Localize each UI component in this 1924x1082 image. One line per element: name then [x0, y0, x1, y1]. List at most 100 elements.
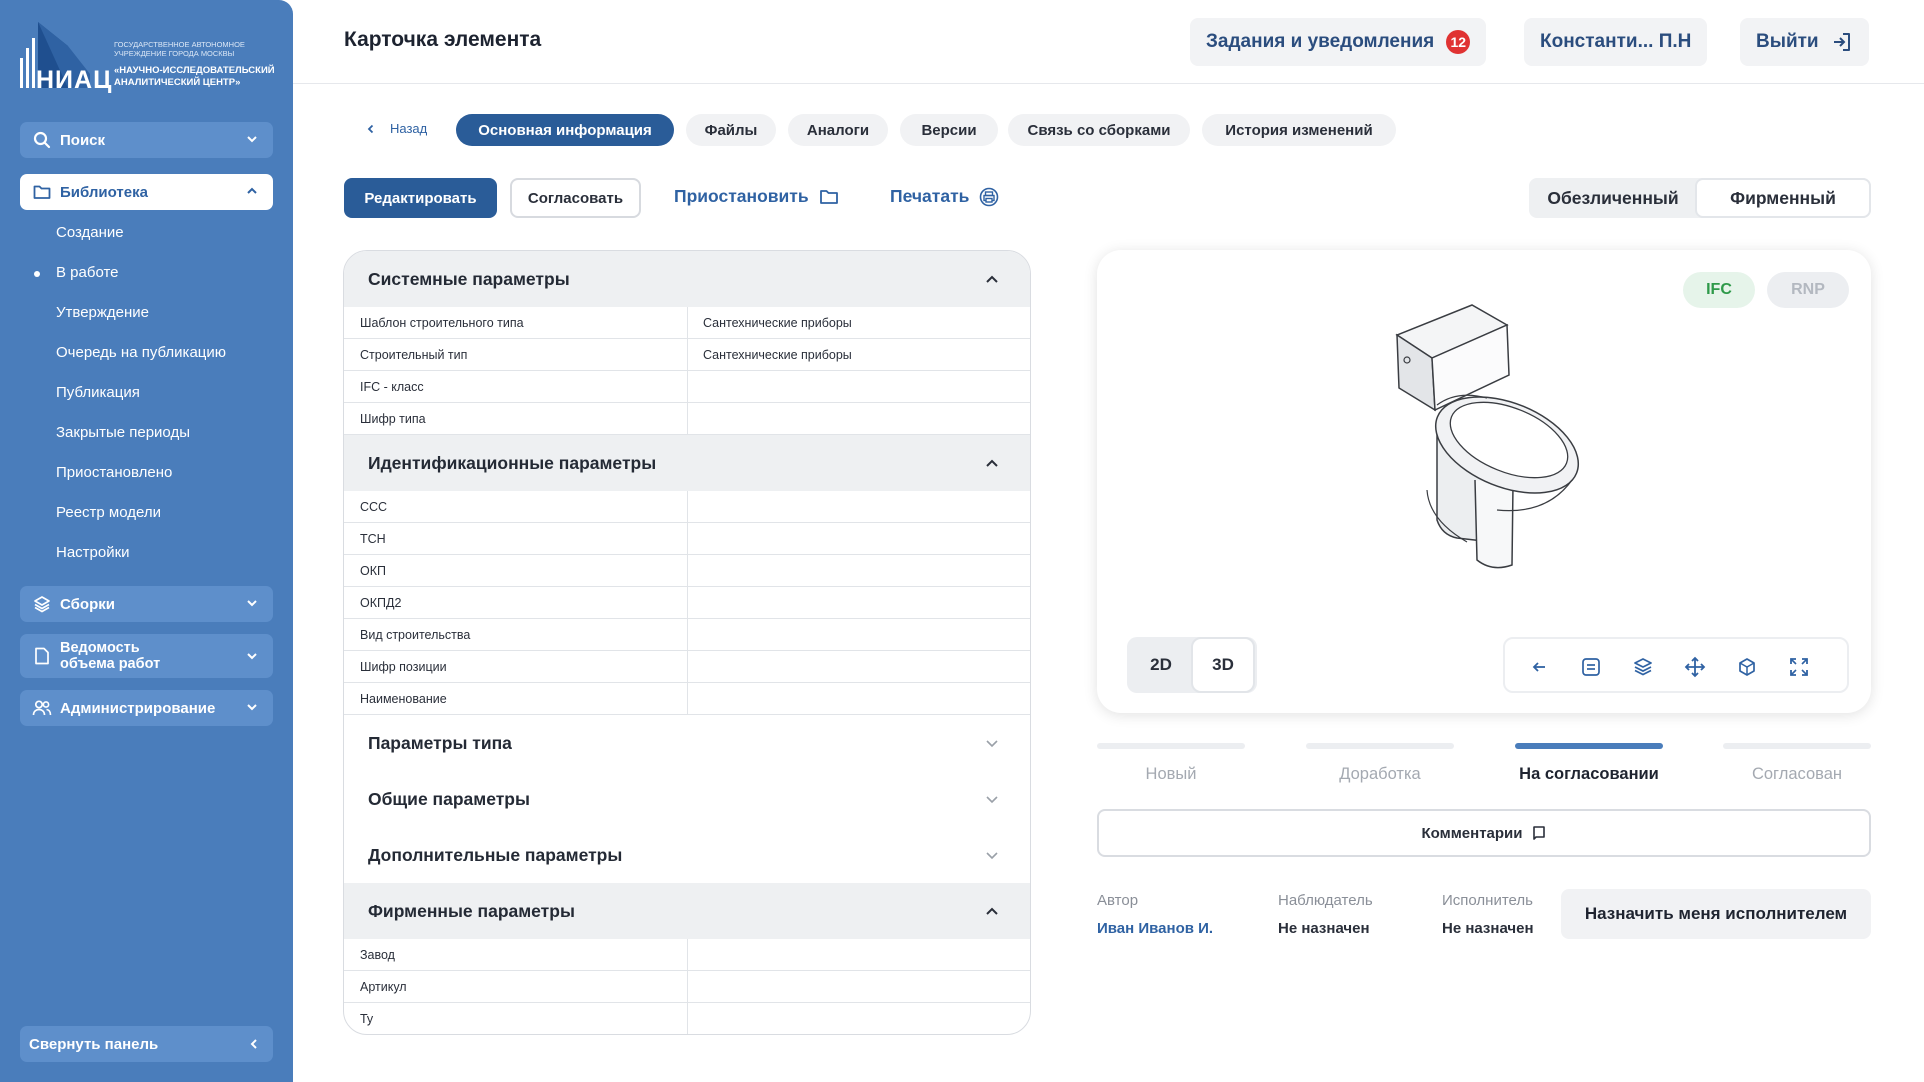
- suspend-button[interactable]: Приостановить: [674, 186, 839, 207]
- section-common-params[interactable]: Общие параметры: [344, 771, 1030, 827]
- observer-key: Наблюдатель: [1278, 892, 1373, 909]
- mode-3d-button[interactable]: 3D: [1191, 637, 1255, 693]
- section-title: Параметры типа: [368, 732, 512, 753]
- status-step-on-approval: На согласовании: [1519, 765, 1659, 783]
- sidebar-volume-sheet[interactable]: Ведомость объема работ: [20, 634, 273, 678]
- fullscreen-icon[interactable]: [1787, 655, 1811, 679]
- comments-label: Комментарии: [1421, 824, 1523, 842]
- section-ident-params[interactable]: Идентификационные параметры: [344, 435, 1030, 491]
- approve-button[interactable]: Согласовать: [510, 178, 641, 218]
- sidebar-library[interactable]: Библиотека: [20, 174, 273, 210]
- collapse-panel-button[interactable]: Свернуть панель: [20, 1026, 273, 1062]
- sidebar-admin[interactable]: Администрирование: [20, 690, 273, 726]
- row-value: Сантехнические приборы: [703, 316, 852, 330]
- row-key: Строительный тип: [360, 348, 468, 362]
- chevron-up-icon: [986, 907, 998, 915]
- author-value[interactable]: Иван Иванов И.: [1097, 920, 1213, 937]
- tab-change-history[interactable]: История изменений: [1202, 114, 1396, 146]
- sidebar-item-create[interactable]: Создание: [56, 224, 124, 241]
- row-key: IFC - класс: [360, 380, 424, 394]
- view-mode-toggle: Обезличенный Фирменный: [1529, 178, 1871, 218]
- ifc-format-chip[interactable]: IFC: [1683, 272, 1755, 308]
- sidebar-item-in-work[interactable]: В работе: [56, 264, 119, 281]
- status-step-rework: Доработка: [1339, 765, 1421, 783]
- row-key: Ту: [360, 1012, 374, 1026]
- tab-assembly-links[interactable]: Связь со сборками: [1008, 114, 1190, 146]
- section-type-params[interactable]: Параметры типа: [344, 715, 1030, 771]
- back-link[interactable]: Назад: [366, 121, 427, 136]
- tasks-label: Задания и уведомления: [1206, 31, 1435, 52]
- rnp-format-chip[interactable]: RNP: [1767, 272, 1849, 308]
- sidebar-item-publication[interactable]: Публикация: [56, 384, 140, 401]
- tab-main-info[interactable]: Основная информация: [456, 114, 674, 146]
- table-row: Шифр позиции: [344, 651, 1030, 683]
- table-row: Наименование: [344, 683, 1030, 715]
- observer-value: Не назначен: [1278, 920, 1370, 937]
- rotate-3d-icon[interactable]: [1735, 655, 1759, 679]
- table-row: IFC - класс: [344, 371, 1030, 403]
- sidebar-search[interactable]: Поиск: [20, 122, 273, 158]
- sidebar-item-publish-queue[interactable]: Очередь на публикацию: [56, 344, 226, 361]
- move-icon[interactable]: [1683, 655, 1707, 679]
- properties-icon[interactable]: [1579, 655, 1603, 679]
- user-button[interactable]: Константи... П.Н: [1524, 18, 1708, 66]
- folder-icon: [819, 189, 838, 204]
- status-step-bar-current: [1515, 743, 1663, 749]
- view-brand-option[interactable]: Фирменный: [1695, 178, 1871, 218]
- row-key: Шаблон строительного типа: [360, 316, 524, 330]
- tab-versions[interactable]: Версии: [900, 114, 998, 146]
- section-title: Фирменные параметры: [368, 900, 575, 921]
- section-title: Дополнительные параметры: [368, 844, 623, 865]
- folder-icon: [32, 182, 52, 202]
- sidebar-library-label: Библиотека: [60, 183, 148, 201]
- logout-icon: [1833, 33, 1850, 51]
- logo: НИАЦ ГОСУДАРСТВЕННОЕ АВТОНОМНОЕ УЧРЕЖДЕН…: [18, 18, 278, 98]
- row-key: ССС: [360, 500, 388, 514]
- table-row: ОКПД2: [344, 587, 1030, 619]
- chevron-up-icon: [986, 275, 998, 283]
- sidebar-item-approval[interactable]: Утверждение: [56, 304, 149, 321]
- chevron-left-icon: [367, 124, 374, 133]
- toilet-model-image: [1395, 304, 1580, 569]
- page-title: Карточка элемента: [344, 28, 542, 51]
- logo-abbr: НИАЦ: [36, 66, 113, 94]
- logout-label: Выйти: [1756, 31, 1819, 52]
- table-row: ССС: [344, 491, 1030, 523]
- executor-key: Исполнитель: [1442, 892, 1533, 909]
- print-label: Печатать: [890, 186, 970, 206]
- tasks-notifications-button[interactable]: Задания и уведомления 12: [1190, 18, 1487, 66]
- status-step-bar: [1723, 743, 1871, 749]
- section-brand-params[interactable]: Фирменные параметры: [344, 883, 1030, 939]
- mode-2d-button[interactable]: 2D: [1129, 637, 1193, 693]
- row-key: Завод: [360, 948, 395, 962]
- back-label: Назад: [390, 121, 428, 136]
- comments-button[interactable]: Комментарии: [1097, 809, 1871, 857]
- tab-files[interactable]: Файлы: [686, 114, 776, 146]
- assign-me-button[interactable]: Назначить меня исполнителем: [1561, 889, 1871, 939]
- chevron-down-icon: [247, 653, 257, 660]
- parameters-panel: Системные параметры Шаблон строительного…: [343, 250, 1031, 1035]
- tab-analogs[interactable]: Аналоги: [788, 114, 888, 146]
- sidebar-item-closed-periods[interactable]: Закрытые периоды: [56, 424, 190, 441]
- row-key: Шифр позиции: [360, 660, 447, 674]
- sidebar-item-model-registry[interactable]: Реестр модели: [56, 504, 161, 521]
- sidebar-item-settings[interactable]: Настройки: [56, 544, 130, 561]
- chevron-down-icon: [986, 852, 998, 860]
- section-extra-params[interactable]: Дополнительные параметры: [344, 827, 1030, 883]
- author-key: Автор: [1097, 892, 1139, 909]
- row-value: Сантехнические приборы: [703, 348, 852, 362]
- search-icon: [32, 130, 52, 150]
- view-anonymous-option[interactable]: Обезличенный: [1529, 178, 1697, 218]
- chevron-down-icon: [986, 740, 998, 748]
- model-viewer[interactable]: IFC RNP 2D 3D: [1097, 250, 1871, 713]
- print-button[interactable]: Печатать: [890, 186, 999, 207]
- sidebar-item-suspended[interactable]: Приостановлено: [56, 464, 172, 481]
- section-title: Системные параметры: [368, 268, 570, 289]
- sidebar-assemblies[interactable]: Сборки: [20, 586, 273, 622]
- layers-icon[interactable]: [1631, 655, 1655, 679]
- edit-button[interactable]: Редактировать: [344, 178, 497, 218]
- back-arrow-icon[interactable]: [1527, 655, 1551, 679]
- section-system-params[interactable]: Системные параметры: [344, 251, 1030, 307]
- section-title: Общие параметры: [368, 788, 530, 809]
- logout-button[interactable]: Выйти: [1740, 18, 1869, 66]
